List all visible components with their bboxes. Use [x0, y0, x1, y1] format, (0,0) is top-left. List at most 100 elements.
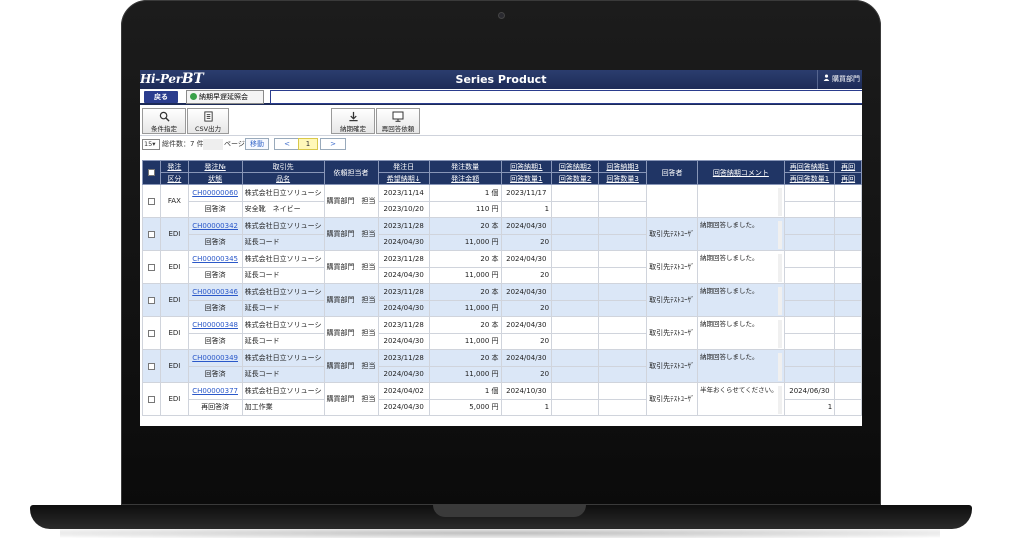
col-re-qty1[interactable]: 再回答数量1: [783, 172, 836, 185]
cell-ans-qty3: [598, 365, 648, 383]
table-row[interactable]: EDI CH00000348 株式会社日立ソリューシ 購買部門 担当 2023/11/2…: [141, 316, 862, 350]
col-answerer[interactable]: 回答者: [646, 160, 698, 185]
order-number-link[interactable]: CH00000346: [187, 283, 243, 301]
col-re-more-2[interactable]: 再回: [834, 172, 862, 185]
col-item[interactable]: 品名: [241, 172, 325, 185]
table-row[interactable]: EDI CH00000342 株式会社日立ソリューシ 購買部門 担当 2023/11/2…: [141, 217, 862, 251]
col-vendor[interactable]: 取引先: [241, 160, 325, 173]
delivery-confirm-button[interactable]: 納期確定: [331, 108, 375, 134]
col-comment[interactable]: 回答納期コメント: [697, 160, 785, 185]
select-all-checkbox[interactable]: [148, 169, 156, 176]
cell-re-more: [834, 349, 862, 367]
cell-comment: 納期回答しました。: [697, 217, 785, 251]
tab-delivery-delay[interactable]: 納期早遅延照会: [186, 90, 264, 104]
row-checkbox[interactable]: [148, 197, 156, 205]
page-number-input[interactable]: [203, 139, 223, 150]
table-row[interactable]: EDI CH00000346 株式会社日立ソリューシ 購買部門 担当 2023/11/2…: [141, 283, 862, 317]
col-re-more[interactable]: 再回: [834, 160, 862, 173]
cell-requester: 購買部門 担当: [323, 184, 379, 218]
select-all-header[interactable]: [141, 160, 162, 185]
col-desired-date[interactable]: 希望納期↓: [377, 172, 430, 185]
row-select-cell[interactable]: [141, 349, 162, 383]
cell-ans-date3: [598, 217, 648, 235]
col-ans-date3[interactable]: 回答納期3: [598, 160, 648, 173]
col-amount[interactable]: 発注金額: [428, 172, 502, 185]
row-checkbox[interactable]: [148, 263, 156, 271]
page-move-button[interactable]: 移動: [245, 138, 269, 150]
cell-amount: 11,000 円: [428, 299, 502, 317]
cell-vendor: 株式会社日立ソリューシ: [241, 316, 325, 334]
cell-order-qty: 20 本: [428, 349, 502, 367]
row-checkbox[interactable]: [148, 230, 156, 238]
cell-order-qty: 20 本: [428, 217, 502, 235]
table-row[interactable]: EDI CH00000377 株式会社日立ソリューシ 購買部門 担当 2024/04/0…: [141, 382, 862, 416]
current-page-button[interactable]: 1: [298, 138, 318, 150]
col-order-qty[interactable]: 発注数量: [428, 160, 502, 173]
row-select-cell[interactable]: [141, 217, 162, 251]
user-menu[interactable]: 購買部門: [816, 70, 860, 89]
col-re-date1[interactable]: 再回答納期1: [783, 160, 836, 173]
col-ans-qty3[interactable]: 回答数量3: [598, 172, 648, 185]
cell-order-qty: 1 個: [428, 382, 502, 400]
cell-ans-qty1: 20: [500, 233, 553, 251]
tab-strip: [270, 90, 862, 104]
search-condition-button[interactable]: 条件指定: [142, 108, 186, 134]
col-kubun-2[interactable]: 区分: [160, 172, 189, 185]
comment-text: 納期回答しました。: [700, 320, 782, 348]
table-row[interactable]: FAX CH00000060 株式会社日立ソリューシ 購買部門 担当 2023/11/1…: [141, 184, 862, 218]
table-row[interactable]: EDI CH00000349 株式会社日立ソリューシ 購買部門 担当 2023/11/2…: [141, 349, 862, 383]
cell-requester: 購買部門 担当: [323, 283, 379, 317]
prev-page-button[interactable]: <: [274, 138, 300, 150]
app-header: Hi-PerBT Series Product 購買部門: [140, 70, 862, 89]
next-page-button[interactable]: >: [320, 138, 346, 150]
cell-ans-date1: 2024/04/30: [500, 283, 553, 301]
col-ans-qty2[interactable]: 回答数量2: [551, 172, 600, 185]
user-icon: [823, 74, 830, 81]
col-status[interactable]: 状態: [187, 172, 243, 185]
cell-comment: 納期回答しました。: [697, 316, 785, 350]
order-number-link[interactable]: CH00000342: [187, 217, 243, 235]
row-checkbox[interactable]: [148, 362, 156, 370]
reanswer-request-button[interactable]: 再回答依頼: [376, 108, 420, 134]
col-requester[interactable]: 依頼担当者: [323, 160, 379, 185]
col-ans-date1[interactable]: 回答納期1: [500, 160, 553, 173]
order-table: 発注 発注№ 取引先 依頼担当者 発注日 発注数量 回答納期1 回答納期2 回答…: [141, 160, 862, 416]
order-number-link[interactable]: CH00000349: [187, 349, 243, 367]
cell-ans-date3: [598, 382, 648, 400]
order-number-link[interactable]: CH00000377: [187, 382, 243, 400]
cell-ans-date2: [551, 316, 600, 334]
row-checkbox[interactable]: [148, 395, 156, 403]
col-order-no[interactable]: 発注№: [187, 160, 243, 173]
row-select-cell[interactable]: [141, 184, 162, 218]
cell-item: 延長コード: [241, 266, 325, 284]
order-number-link[interactable]: CH00000345: [187, 250, 243, 268]
order-number-link[interactable]: CH00000060: [187, 184, 243, 202]
col-order-date[interactable]: 発注日: [377, 160, 430, 173]
col-ans-date2[interactable]: 回答納期2: [551, 160, 600, 173]
camera-icon: [498, 12, 505, 19]
order-number-link[interactable]: CH00000348: [187, 316, 243, 334]
col-ans-qty1[interactable]: 回答数量1: [500, 172, 553, 185]
back-button[interactable]: 戻る: [144, 91, 178, 103]
row-select-cell[interactable]: [141, 316, 162, 350]
cell-ans-date1: 2024/04/30: [500, 217, 553, 235]
row-select-cell[interactable]: [141, 382, 162, 416]
header-row-top: 発注 発注№ 取引先 依頼担当者 発注日 発注数量 回答納期1 回答納期2 回答…: [141, 160, 862, 185]
row-select-cell[interactable]: [141, 250, 162, 284]
col-kubun[interactable]: 発注: [160, 160, 189, 173]
cell-status: 回答済: [187, 365, 243, 383]
cell-re-qty1: [783, 332, 836, 350]
cell-comment: 半年おくらせてください。: [697, 382, 785, 416]
row-checkbox[interactable]: [148, 296, 156, 304]
cell-desired-date: 2023/10/20: [377, 200, 430, 218]
pager: 15▾ 総件数：7 件 ページ 移動 < 1 >: [140, 136, 862, 154]
row-checkbox[interactable]: [148, 329, 156, 337]
per-page-select[interactable]: 15▾: [142, 139, 160, 150]
row-select-cell[interactable]: [141, 283, 162, 317]
cell-answerer: [646, 184, 698, 218]
csv-export-button[interactable]: CSV出力: [187, 108, 229, 134]
cell-re-more: [834, 217, 862, 235]
cell-ans-qty3: [598, 398, 648, 416]
table-row[interactable]: EDI CH00000345 株式会社日立ソリューシ 購買部門 担当 2023/11/2…: [141, 250, 862, 284]
cell-ans-date3: [598, 316, 648, 334]
